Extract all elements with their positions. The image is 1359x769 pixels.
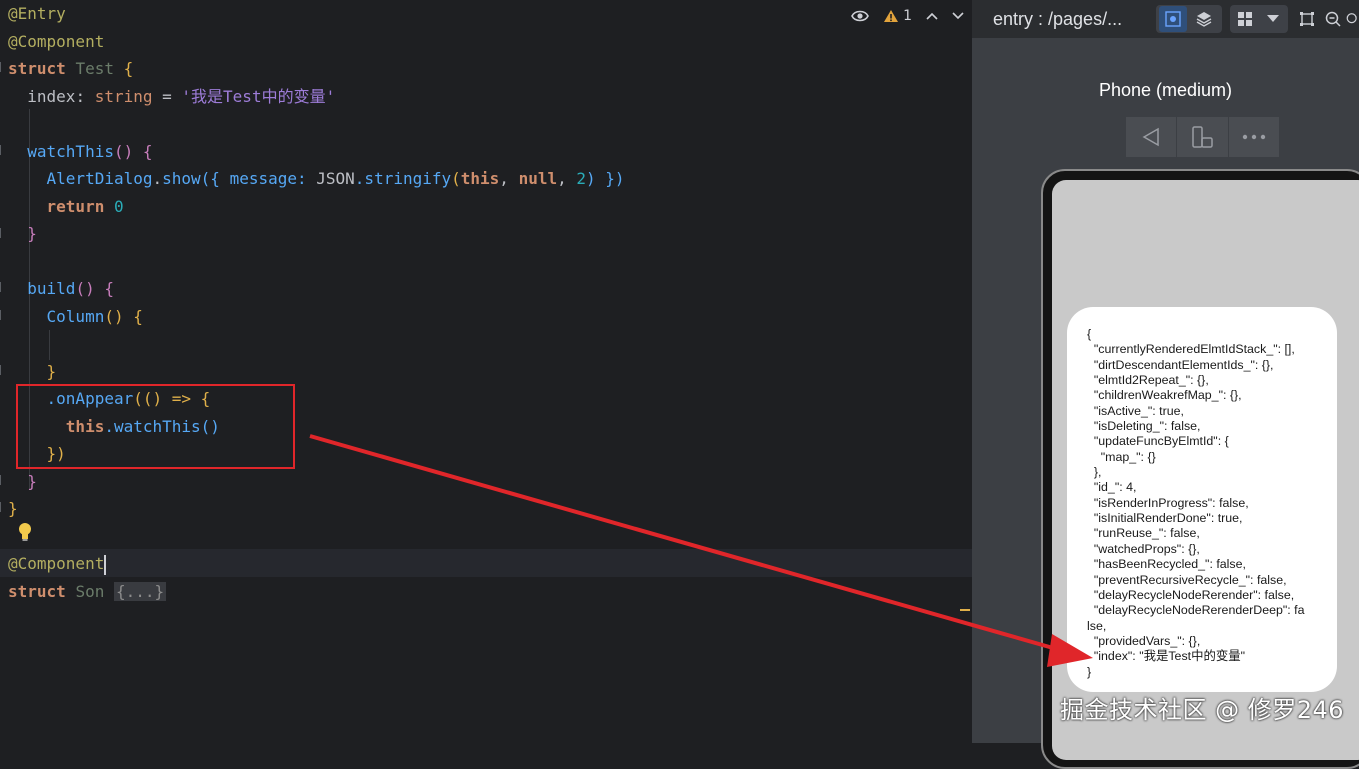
chevron-up-icon[interactable] — [926, 12, 938, 20]
code-line-8: return 0 — [46, 197, 124, 216]
warning-count: 1 — [903, 8, 912, 24]
inspector-toggle[interactable] — [1159, 6, 1187, 32]
fold-marker[interactable] — [0, 145, 7, 155]
dialog-line: "index": "我是Test中的变量" — [1087, 649, 1246, 664]
dialog-line: "id_": 4, — [1087, 480, 1137, 495]
indent-guide — [49, 330, 50, 360]
warning-icon[interactable] — [883, 9, 899, 23]
zoom-in-button[interactable] — [1346, 6, 1359, 32]
code-line-12: Column() { — [46, 307, 143, 326]
struct-name-test: Test — [75, 59, 114, 78]
struct-name-son: Son — [75, 582, 105, 601]
fold-marker[interactable] — [0, 365, 7, 375]
back-button[interactable] — [1126, 117, 1178, 157]
alert-dialog: { "currentlyRenderedElmtIdStack_": [], "… — [1067, 307, 1337, 692]
lightbulb-icon[interactable] — [18, 521, 32, 543]
code-line-6: watchThis() { — [27, 142, 153, 161]
dialog-line: "providedVars_": {}, — [1087, 633, 1201, 648]
dialog-line: } — [1087, 664, 1092, 679]
index-string-literal: '我是Test中的变量' — [181, 87, 336, 106]
dialog-line: "isActive_": true, — [1087, 403, 1184, 418]
dialog-line: "isDeleting_": false, — [1087, 419, 1201, 434]
device-name: Phone (medium) — [1098, 80, 1233, 100]
fold-marker[interactable] — [0, 502, 7, 512]
editor-inspection-toolbar: 1 — [851, 4, 964, 28]
fold-marker[interactable] — [0, 310, 7, 320]
dialog-line: "delayRecycleNodeRerender": false, — [1087, 587, 1295, 602]
code-line-18: } — [27, 472, 37, 491]
more-dots-icon — [1242, 134, 1266, 140]
previewer-panel: entry : /pages/... Phone (medium) {"cur… — [972, 0, 1359, 769]
dialog-line: "map_": {} — [1087, 449, 1156, 464]
previewer-title: entry : /pages/... — [993, 8, 1123, 29]
caret-down-icon — [1267, 15, 1279, 22]
code-line-21: @Component — [8, 550, 107, 577]
zoom-out-button[interactable] — [1322, 6, 1344, 32]
entry-decorator: @Entry — [8, 4, 66, 23]
rotate-button[interactable] — [1177, 117, 1229, 157]
inspect-icon — [1165, 11, 1181, 27]
zoom-in-icon — [1346, 13, 1357, 24]
code-line-4: index: string = '我是Test中的变量' — [27, 87, 336, 106]
son-component-decorator: @Component — [8, 554, 105, 573]
layers-icon — [1196, 12, 1212, 27]
dialog-line: "runReuse_": false, — [1087, 526, 1200, 541]
dialog-line: "updateFuncByElmtId": { — [1087, 434, 1229, 449]
chevron-down-icon[interactable] — [952, 12, 964, 20]
annotation-highlight-box — [16, 384, 295, 469]
device-controls — [1126, 117, 1279, 157]
dialog-line: "isInitialRenderDone": true, — [1087, 511, 1243, 526]
dialog-line: "currentlyRenderedElmtIdStack_": [], — [1087, 342, 1295, 357]
grid-icon — [1238, 12, 1252, 26]
code-line-3: struct Test { — [8, 59, 134, 78]
dialog-line: lse, — [1087, 618, 1107, 633]
dialog-line: "watchedProps": {}, — [1087, 541, 1200, 556]
folded-region[interactable]: {...} — [113, 582, 167, 601]
code-line-9: } — [27, 224, 37, 243]
fold-marker[interactable] — [0, 282, 7, 292]
more-button[interactable] — [1229, 117, 1279, 157]
dialog-line: "childrenWeakrefMap_": {}, — [1087, 388, 1242, 403]
dialog-line: "elmtId2Repeat_": {}, — [1087, 373, 1209, 388]
code-line-19: } — [8, 499, 18, 518]
code-line-7: AlertDialog.show({ message: JSON.stringi… — [46, 169, 625, 188]
text-caret — [104, 554, 107, 575]
zoom-out-icon — [1325, 11, 1341, 27]
code-line-14: } — [46, 362, 57, 381]
dialog-line: "dirtDescendantElementIds_": {}, — [1087, 357, 1274, 372]
code-editor[interactable]: @Entry @Component struct Test { index: s… — [0, 0, 972, 743]
dialog-line: "hasBeenRecycled_": false, — [1087, 557, 1246, 572]
code-line-2: @Component — [8, 28, 104, 55]
component-decorator: @Component — [8, 32, 105, 51]
dialog-line: "delayRecycleNodeRerenderDeep": fa — [1087, 603, 1305, 618]
dialog-line: }, — [1087, 465, 1102, 480]
alert-dialog-message: { "currentlyRenderedElmtIdStack_": [], "… — [1087, 327, 1322, 680]
grid-button[interactable] — [1232, 6, 1258, 32]
frame-icon — [1300, 12, 1314, 26]
fold-marker[interactable] — [0, 62, 7, 72]
fold-marker[interactable] — [0, 228, 7, 238]
dialog-line: "isRenderInProgress": false, — [1087, 495, 1249, 510]
current-line-highlight — [0, 549, 972, 577]
grid-dropdown[interactable] — [1260, 6, 1286, 32]
dialog-line: "preventRecursiveRecycle_": false, — [1087, 572, 1287, 587]
code-line-22: struct Son {...} — [8, 582, 167, 601]
scroll-marker — [960, 609, 970, 611]
eye-icon[interactable] — [851, 9, 869, 23]
layers-button[interactable] — [1190, 6, 1218, 32]
back-triangle-icon — [1142, 127, 1159, 147]
code-line-1: @Entry — [8, 0, 66, 27]
watermark: 掘金技术社区 @ 修罗246 — [1060, 696, 1345, 724]
rotate-device-icon — [1192, 126, 1214, 148]
code-line-11: build() { — [27, 279, 114, 298]
fit-screen-button[interactable] — [1296, 6, 1318, 32]
dialog-line: { — [1087, 327, 1092, 341]
fold-marker[interactable] — [0, 475, 7, 485]
